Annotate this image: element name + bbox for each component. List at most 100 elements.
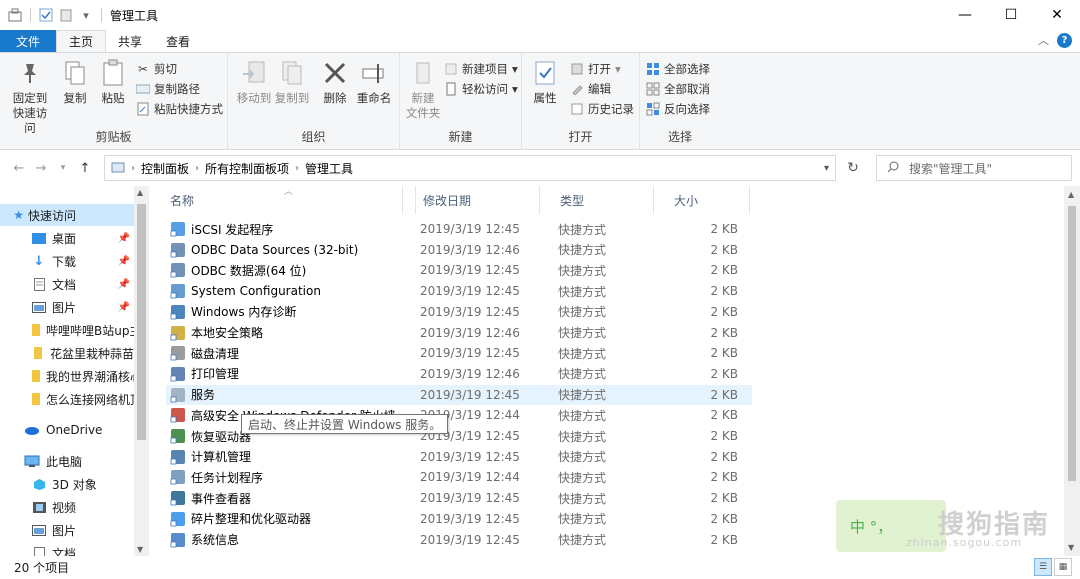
sidebar-item-3d-objects[interactable]: 3D 对象	[0, 473, 134, 495]
table-row[interactable]: 事件查看器 2019/3/19 12:45 快捷方式 2 KB	[166, 488, 752, 508]
cut-button[interactable]: ✂ 剪切	[136, 61, 177, 77]
tab-file[interactable]: 文件	[0, 30, 57, 52]
pin-icon[interactable]: 📌	[118, 302, 130, 313]
sidebar-item-pc-pictures[interactable]: 图片	[0, 519, 134, 541]
forward-arrow-icon[interactable]: →	[30, 161, 52, 176]
checkbox-icon[interactable]	[39, 8, 53, 22]
rename-button[interactable]: 重命名	[354, 59, 394, 106]
large-icons-view-icon[interactable]: ▦	[1054, 558, 1072, 576]
sidebar-item-pc-documents[interactable]: 文档	[0, 542, 134, 556]
sidebar-item-folder[interactable]: 怎么连接网络机顶	[0, 388, 134, 410]
scrollbar-thumb[interactable]	[1068, 206, 1076, 481]
sidebar-item-desktop[interactable]: 桌面 📌	[0, 227, 134, 249]
sidebar-item-documents[interactable]: 文档 📌	[0, 273, 134, 295]
new-folder-button[interactable]: 新建 文件夹	[404, 59, 442, 121]
file-size: 2 KB	[710, 222, 738, 236]
breadcrumb-control-panel[interactable]: 控制面板	[141, 160, 189, 177]
table-row[interactable]: 打印管理 2019/3/19 12:46 快捷方式 2 KB	[166, 364, 752, 384]
table-row[interactable]: 系统信息 2019/3/19 12:45 快捷方式 2 KB	[166, 530, 752, 550]
scrollbar-thumb[interactable]	[137, 204, 146, 440]
pin-icon[interactable]: 📌	[118, 233, 130, 244]
sidebar-item-downloads[interactable]: ↓ 下载 📌	[0, 250, 134, 272]
pin-to-quick-access-button[interactable]: 固定到 快速访问	[8, 59, 52, 136]
column-header-size[interactable]: 大小	[654, 186, 750, 214]
sidebar-item-folder[interactable]: 我的世界潮涌核心	[0, 365, 134, 387]
table-row[interactable]: ODBC Data Sources (32-bit) 2019/3/19 12:4…	[166, 240, 752, 260]
pin-icon[interactable]: 📌	[118, 279, 130, 290]
chevron-right-icon[interactable]: ›	[295, 163, 299, 174]
easy-access-button[interactable]: 轻松访问 ▾	[444, 81, 518, 97]
refresh-icon[interactable]: ↻	[840, 155, 866, 181]
new-item-button[interactable]: 新建项目 ▾	[444, 61, 518, 77]
column-header-name[interactable]: 名称	[150, 186, 416, 214]
table-row[interactable]: 磁盘清理 2019/3/19 12:45 快捷方式 2 KB	[166, 343, 752, 363]
copy-path-button[interactable]: 复制路径	[136, 81, 200, 97]
sidebar-item-folder[interactable]: 哔哩哔哩B站up主	[0, 319, 134, 341]
table-row[interactable]: 服务 2019/3/19 12:45 快捷方式 2 KB	[166, 384, 752, 405]
select-all-button[interactable]: 全部选择	[646, 61, 710, 77]
copy-button[interactable]: 复制	[58, 59, 92, 106]
sidebar-item-this-pc[interactable]: 此电脑	[0, 450, 134, 472]
history-icon	[570, 102, 584, 116]
item-count: 20 个项目	[14, 561, 70, 575]
details-view-icon[interactable]: ☰	[1034, 558, 1052, 576]
customize-dropdown-icon[interactable]: ▾	[79, 8, 93, 22]
select-none-button[interactable]: 全部取消	[646, 81, 710, 97]
open-button[interactable]: 打开 ▾	[570, 61, 621, 77]
invert-selection-button[interactable]: 反向选择	[646, 101, 710, 117]
toolbar-divider	[101, 8, 102, 22]
paste-shortcut-button[interactable]: 粘贴快捷方式	[136, 101, 223, 117]
folder-properties-icon[interactable]	[8, 8, 22, 22]
edit-button[interactable]: 编辑	[570, 81, 611, 97]
table-row[interactable]: ODBC 数据源(64 位) 2019/3/19 12:45 快捷方式 2 KB	[166, 260, 752, 280]
breadcrumb-admin-tools[interactable]: 管理工具	[305, 160, 353, 177]
address-dropdown-icon[interactable]: ▾	[824, 163, 829, 174]
table-row[interactable]: 计算机管理 2019/3/19 12:45 快捷方式 2 KB	[166, 447, 752, 467]
scroll-up-icon[interactable]: ▲	[137, 188, 143, 197]
paste-button[interactable]: 粘贴	[96, 59, 130, 106]
close-button[interactable]: ✕	[1034, 0, 1080, 30]
tab-share[interactable]: 共享	[106, 30, 154, 52]
table-row[interactable]: iSCSI 发起程序 2019/3/19 12:45 快捷方式 2 KB	[166, 219, 752, 239]
sidebar-item-label: 下载	[52, 254, 77, 269]
chevron-right-icon[interactable]: ›	[195, 163, 199, 174]
scroll-down-icon[interactable]: ▼	[1068, 543, 1074, 552]
move-to-button[interactable]: 移动到	[234, 59, 274, 106]
open-label: 打开	[588, 62, 611, 76]
copy-to-button[interactable]: 复制到	[272, 59, 312, 106]
up-arrow-icon[interactable]: ↑	[74, 161, 96, 176]
collapse-ribbon-icon[interactable]: ︿	[1038, 32, 1049, 48]
sidebar-scrollbar[interactable]: ▲ ▼	[134, 186, 149, 556]
table-row[interactable]: 任务计划程序 2019/3/19 12:44 快捷方式 2 KB	[166, 467, 752, 487]
sidebar-item-pictures[interactable]: 图片 📌	[0, 296, 134, 318]
address-bar[interactable]: › 控制面板 › 所有控制面板项 › 管理工具 ▾	[104, 155, 836, 181]
column-header-type[interactable]: 类型	[540, 186, 654, 214]
back-arrow-icon[interactable]: ←	[8, 161, 30, 176]
breadcrumb-all-items[interactable]: 所有控制面板项	[205, 160, 289, 177]
table-row[interactable]: Windows 内存诊断 2019/3/19 12:45 快捷方式 2 KB	[166, 302, 752, 322]
sidebar-item-videos[interactable]: 视频	[0, 496, 134, 518]
maximize-button[interactable]: ☐	[988, 0, 1034, 30]
minimize-button[interactable]: —	[942, 0, 988, 30]
pin-icon[interactable]: 📌	[118, 256, 130, 267]
new-folder-icon[interactable]	[59, 8, 73, 22]
table-row[interactable]: System Configuration 2019/3/19 12:45 快捷方式 2…	[166, 281, 752, 301]
history-button[interactable]: 历史记录	[570, 101, 634, 117]
properties-button[interactable]: 属性	[528, 59, 562, 106]
chevron-right-icon[interactable]: ›	[131, 163, 135, 174]
table-row[interactable]: 本地安全策略 2019/3/19 12:46 快捷方式 2 KB	[166, 323, 752, 343]
column-header-date[interactable]: 修改日期	[402, 186, 540, 214]
sidebar-item-quick-access[interactable]: ★ 快速访问	[0, 204, 134, 226]
scroll-down-icon[interactable]: ▼	[137, 545, 143, 554]
tab-view[interactable]: 查看	[154, 30, 202, 52]
sidebar-item-folder[interactable]: 花盆里栽种蒜苗	[0, 342, 134, 364]
search-box[interactable]: 搜索"管理工具"	[876, 155, 1072, 181]
scroll-up-icon[interactable]: ▲	[1068, 190, 1074, 199]
file-list-scrollbar[interactable]: ▲ ▼	[1064, 186, 1080, 556]
recent-locations-icon[interactable]: ▾	[52, 163, 74, 173]
delete-button[interactable]: 删除	[318, 59, 352, 106]
sidebar-item-onedrive[interactable]: OneDrive	[0, 419, 134, 441]
help-icon[interactable]: ?	[1057, 32, 1072, 48]
table-row[interactable]: 碎片整理和优化驱动器 2019/3/19 12:45 快捷方式 2 KB	[166, 509, 752, 529]
tab-home[interactable]: 主页	[56, 30, 107, 52]
